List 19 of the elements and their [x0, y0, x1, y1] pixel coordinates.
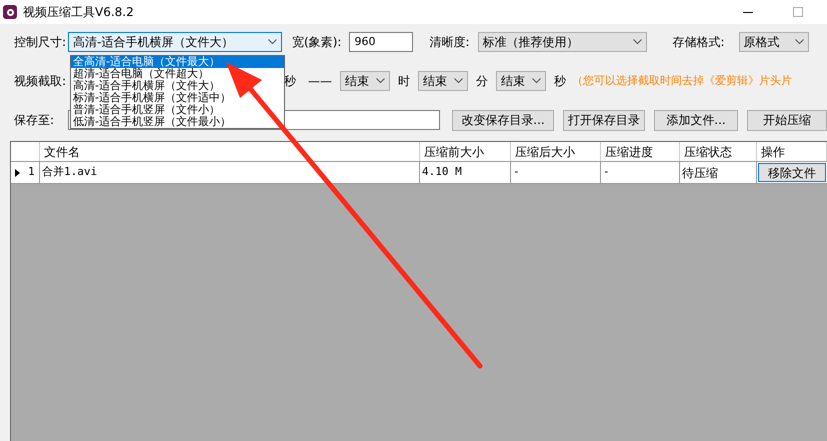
field-label: 清晰度:: [429, 34, 470, 51]
field-label: 宽(象素):: [292, 34, 342, 51]
row-number: 1: [28, 164, 35, 180]
window-title: 视频压缩工具V6.8.2: [23, 4, 134, 21]
field-label: ——: [308, 73, 332, 90]
field-label: 秒: [554, 73, 566, 90]
field-label: 时: [398, 73, 410, 90]
table-cell: -: [511, 162, 601, 183]
field-label: 分: [476, 73, 488, 90]
field-label: 存储格式:: [672, 34, 725, 51]
field-label: 视频截取:: [14, 73, 66, 90]
table-cell: -: [601, 162, 680, 183]
hint-text: （您可以选择截取时间去掉《爱剪辑》片头片: [572, 72, 792, 89]
table-cell: 待压缩: [680, 162, 757, 183]
table-cell: 4.10 M: [420, 162, 511, 183]
field-label: 控制尺寸:: [14, 34, 66, 51]
field-label: 秒: [284, 73, 296, 90]
table-cell: 合并1.avi: [40, 162, 420, 183]
field-label: 保存至:: [14, 112, 54, 129]
